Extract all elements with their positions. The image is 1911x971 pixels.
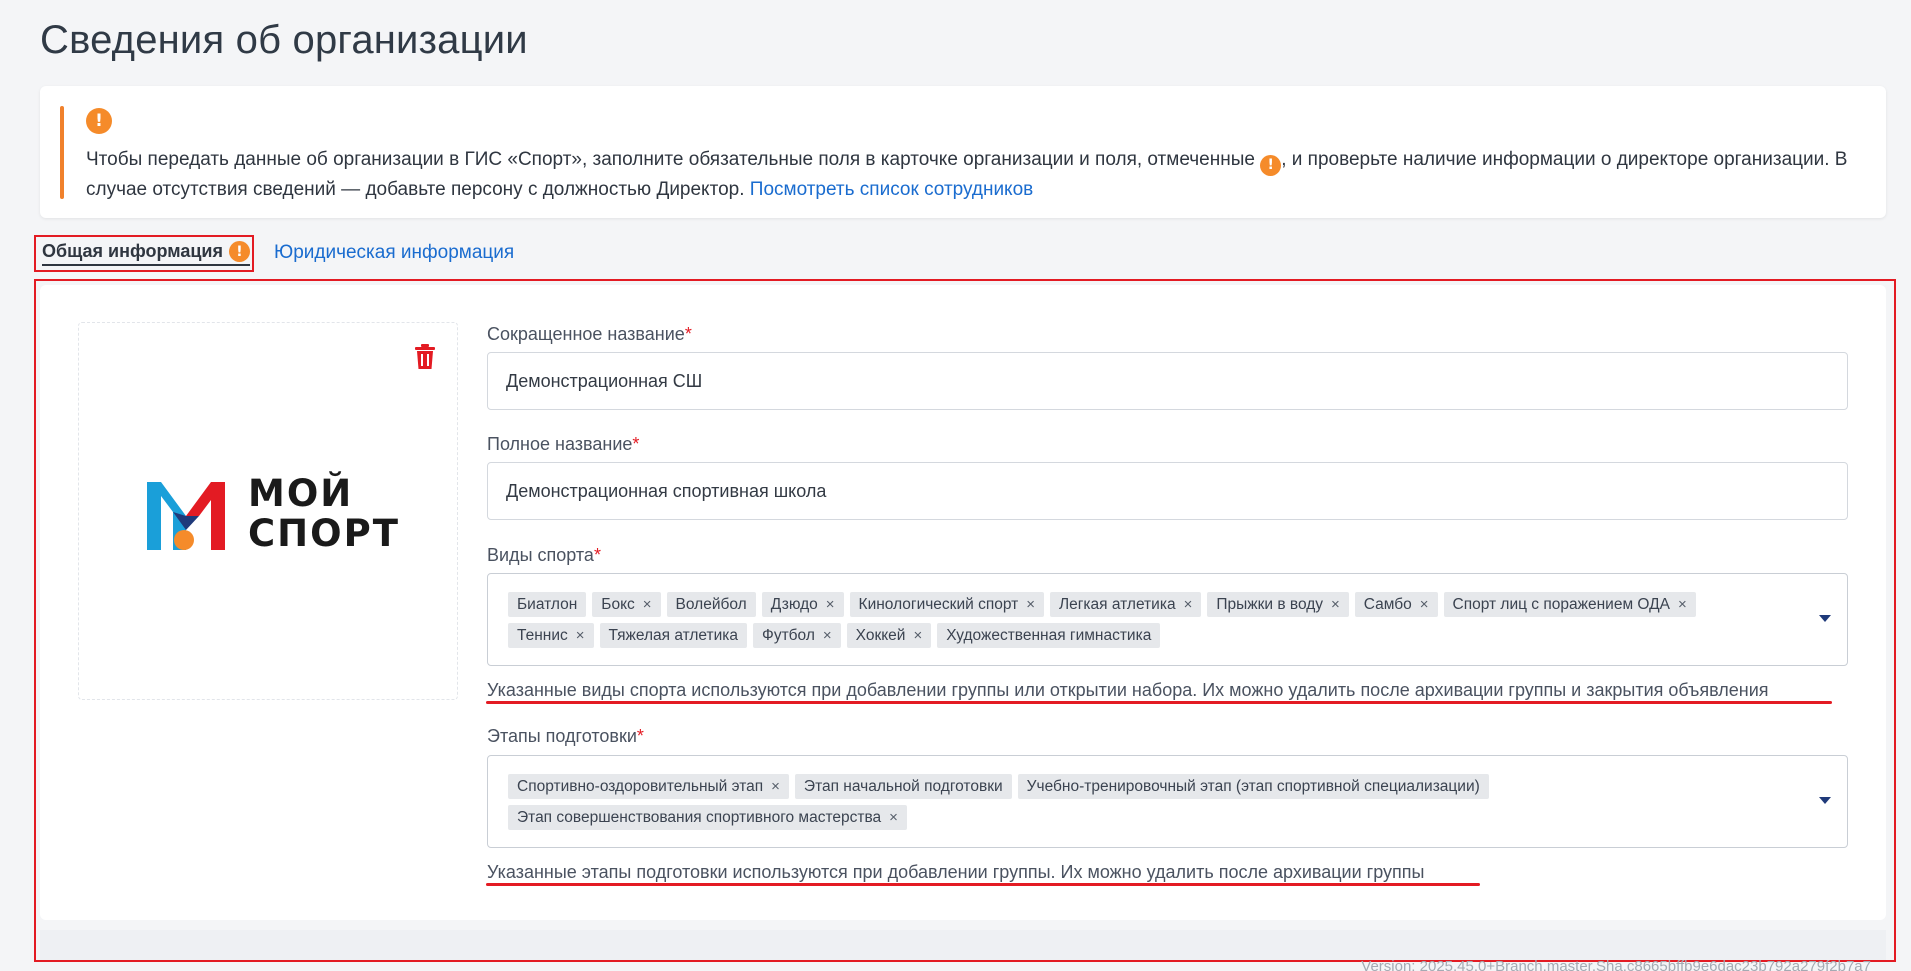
version-label: Version: 2025.45.0+Branch.master.Sha.c86… [1361,958,1871,971]
tab-general[interactable]: Общая информация ! [34,235,254,272]
employees-list-link[interactable]: Посмотреть список сотрудников [750,179,1033,200]
warning-icon: ! [86,108,112,134]
warning-icon: ! [228,241,250,262]
page-title: Сведения об организации [40,18,528,62]
highlight-frame [34,279,1896,962]
alert-accent-bar [60,106,64,199]
alert-text-before: Чтобы передать данные об организации в Г… [86,149,1255,170]
alert-message: Чтобы передать данные об организации в Г… [86,146,1866,204]
tab-legal[interactable]: Юридическая информация [274,242,514,264]
warning-icon: ! [1260,154,1282,176]
info-alert: ! Чтобы передать данные об организации в… [40,86,1886,218]
tab-general-label: Общая информация [42,241,223,261]
